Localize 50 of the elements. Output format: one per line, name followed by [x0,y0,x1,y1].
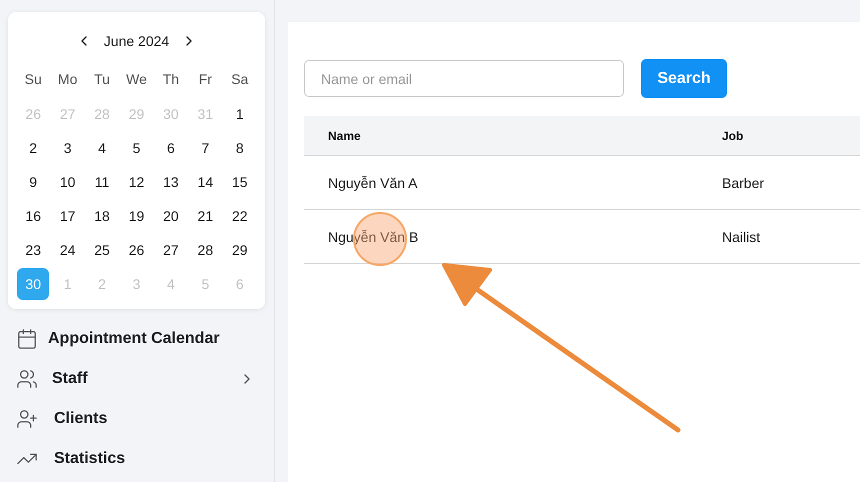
sidebar-item[interactable]: Statistics [8,439,265,479]
search-field[interactable]: Name or email [304,60,624,97]
calendar-day[interactable]: 9 [17,166,50,198]
calendar-day[interactable]: 28 [189,234,222,266]
calendar-day[interactable]: 11 [86,166,118,198]
calendar-icon [16,328,38,350]
calendar-day[interactable]: 14 [189,166,222,198]
calendar-day[interactable]: 26 [120,234,152,266]
calendar-day[interactable]: 3 [52,132,84,164]
sidebar-item[interactable]: Staff [8,359,265,399]
calendar-day[interactable]: 23 [17,234,50,266]
table-cell-text: Barber [722,174,766,190]
sidebar-item[interactable]: Appointment Calendar [8,319,265,359]
calendar-day[interactable]: 20 [154,200,187,232]
column-header: Name [328,128,362,142]
weekday-label: Fr [198,70,213,89]
weekday-label: We [125,70,148,89]
column-header: Job [722,128,744,142]
calendar-day[interactable]: 8 [224,132,256,164]
table-cell-text: Nailist [722,228,762,244]
add-user-icon [16,408,38,430]
calendar-day[interactable]: 29 [224,234,256,266]
calendar-day[interactable]: 5 [120,132,152,164]
calendar-day[interactable]: 1 [224,98,256,130]
calendar-day[interactable]: 19 [120,200,152,232]
calendar-day[interactable]: 17 [52,200,84,232]
calendar-day[interactable]: 6 [154,132,187,164]
calendar-day[interactable]: 16 [17,200,50,232]
weekday-label: Tu [93,70,111,89]
users-icon [16,368,38,390]
calendar-day[interactable]: 7 [189,132,222,164]
calendar-day[interactable]: 12 [120,166,152,198]
calendar-day[interactable]: 27 [154,234,187,266]
weekday-label: Th [162,70,180,89]
calendar-day[interactable]: 13 [154,166,187,198]
calendar-day[interactable]: 22 [224,200,256,232]
calendar-day[interactable]: 24 [52,234,84,266]
calendar-day[interactable]: 2 [17,132,50,164]
table-cell-text: Nguyễn Văn A [328,174,419,190]
weekday-label: Mo [56,70,78,89]
calendar-day[interactable]: 21 [189,200,222,232]
month-label: June 2024 [104,33,170,49]
calendar-day[interactable]: 25 [86,234,118,266]
weekday-label: Sa [230,70,250,89]
calendar-day[interactable]: 4 [86,132,118,164]
calendar-day[interactable]: 18 [86,200,118,232]
calendar-day[interactable]: 10 [52,166,84,198]
calendar-day[interactable]: 15 [224,166,256,198]
weekday-label: Su [24,70,43,89]
sidebar-item[interactable]: Clients [8,399,265,439]
